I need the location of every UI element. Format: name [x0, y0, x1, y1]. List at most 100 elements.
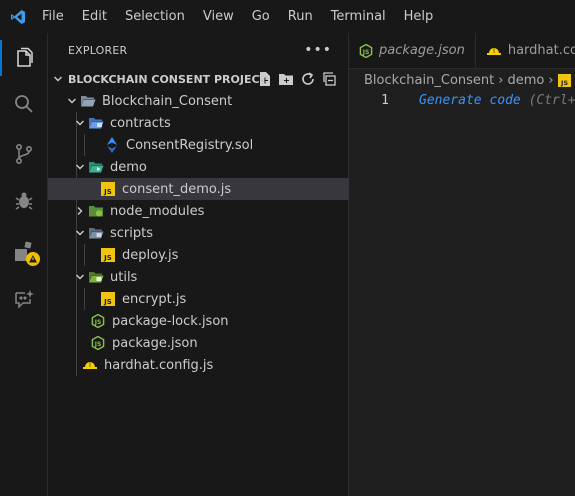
new-folder-icon[interactable]: [278, 71, 294, 87]
tree-item-label: consent_demo.js: [122, 181, 232, 197]
generate-code-hint[interactable]: Generate code (Ctrl+I: [419, 93, 575, 108]
svg-text:JS: JS: [559, 79, 567, 87]
menu-terminal[interactable]: Terminal: [322, 0, 395, 33]
tree-file-hardhat-config-js[interactable]: hardhat.config.js: [48, 354, 382, 376]
tree-item-label: demo: [110, 159, 147, 175]
menu-run[interactable]: Run: [279, 0, 322, 33]
chevron-down-icon: [48, 74, 68, 84]
chevron-down-icon: [72, 156, 88, 178]
svg-text:JS: JS: [103, 254, 112, 262]
contracts-folder-icon: [88, 115, 104, 131]
tree-folder-node-modules[interactable]: node_modules: [48, 200, 372, 222]
tab-package-json[interactable]: JS package.json: [349, 33, 476, 68]
solidity-file-icon: [104, 137, 120, 153]
editor-area: JS package.json hardhat.con Blockchain_C…: [349, 33, 575, 496]
tree-folder-blockchain-consent[interactable]: Blockchain_Consent: [48, 90, 364, 112]
source-control-activity-button[interactable]: [0, 132, 47, 176]
chevron-down-icon: [72, 112, 88, 134]
title-bar: File Edit Selection View Go Run Terminal…: [0, 0, 575, 33]
line-number: 1: [381, 93, 389, 108]
tree-file-consent-demo-js[interactable]: JS consent_demo.js: [48, 178, 400, 200]
chevron-right-icon: ›: [548, 72, 554, 88]
breadcrumb-root[interactable]: Blockchain_Consent: [364, 73, 494, 88]
search-icon: [14, 95, 33, 113]
chevron-down-icon: [72, 266, 88, 288]
svg-text:JS: JS: [103, 188, 112, 196]
tab-label: hardhat.con: [507, 43, 575, 58]
demo-folder-icon: [88, 159, 104, 175]
vscode-logo-icon: [0, 0, 36, 33]
tab-label: package.json: [379, 43, 465, 58]
tree-item-label: utils: [110, 269, 138, 285]
activity-bar: [0, 33, 48, 496]
files-icon: [16, 47, 33, 67]
chevron-right-icon: [72, 200, 88, 222]
editor-tabs: JS package.json hardhat.con: [349, 33, 575, 69]
menu-selection[interactable]: Selection: [116, 0, 194, 33]
warning-badge-icon: [26, 252, 40, 266]
json-file-icon: JS: [90, 313, 106, 329]
code-line[interactable]: 1 Generate code (Ctrl+I: [349, 91, 575, 110]
menu-edit[interactable]: Edit: [73, 0, 116, 33]
breadcrumb-folder[interactable]: demo: [507, 73, 544, 88]
tree-item-label: hardhat.config.js: [104, 357, 214, 373]
breadcrumb: Blockchain_Consent › demo › JS co: [349, 69, 575, 91]
tree-item-label: deploy.js: [122, 247, 179, 263]
run-debug-activity-button[interactable]: [0, 179, 47, 223]
tree-folder-demo[interactable]: demo: [48, 156, 372, 178]
menu-view[interactable]: View: [194, 0, 243, 33]
new-file-icon[interactable]: [258, 71, 272, 87]
javascript-file-icon: JS: [100, 181, 116, 197]
svg-text:JS: JS: [103, 298, 112, 306]
hardhat-icon: [486, 44, 502, 58]
chevron-right-icon: ›: [498, 72, 504, 88]
refresh-icon[interactable]: [300, 71, 316, 87]
javascript-file-icon: JS: [557, 73, 571, 87]
javascript-file-icon: JS: [100, 247, 116, 263]
chevron-down-icon: [64, 90, 80, 112]
explorer-more-actions-button[interactable]: •••: [304, 42, 332, 58]
svg-text:JS: JS: [362, 49, 370, 56]
menu-file[interactable]: File: [36, 0, 73, 33]
hint-action[interactable]: Generate code: [419, 93, 521, 108]
explorer-title: EXPLORER: [68, 44, 128, 57]
svg-text:JS: JS: [94, 319, 102, 326]
tree-item-label: ConsentRegistry.sol: [126, 137, 254, 153]
extensions-activity-button[interactable]: [0, 229, 47, 273]
tree-item-label: contracts: [110, 115, 171, 131]
hardhat-file-icon: [82, 357, 98, 373]
tab-hardhat-config[interactable]: hardhat.con: [476, 33, 575, 68]
tree-item-label: scripts: [110, 225, 153, 241]
utils-folder-icon: [88, 269, 104, 285]
tree-item-label: Blockchain_Consent: [102, 93, 233, 109]
tree-file-package-lock-json[interactable]: JS package-lock.json: [48, 310, 390, 332]
chat-activity-button[interactable]: [0, 277, 47, 321]
tree-item-label: encrypt.js: [122, 291, 187, 307]
json-icon: JS: [359, 43, 373, 58]
collapse-all-icon[interactable]: [322, 71, 338, 87]
search-activity-button[interactable]: [0, 82, 47, 126]
json-file-icon: JS: [90, 335, 106, 351]
javascript-file-icon: JS: [100, 291, 116, 307]
explorer-activity-button[interactable]: [0, 36, 47, 80]
svg-text:JS: JS: [94, 341, 102, 348]
tree-folder-scripts[interactable]: scripts: [48, 222, 372, 244]
project-name: BLOCKCHAIN CONSENT PROJECT: [68, 72, 268, 86]
node-modules-folder-icon: [88, 203, 104, 219]
chevron-down-icon: [72, 222, 88, 244]
tree-item-label: package-lock.json: [112, 313, 229, 329]
folder-open-icon: [80, 93, 96, 109]
tree-file-deploy-js[interactable]: JS deploy.js: [48, 244, 400, 266]
hint-shortcut: (Ctrl+I: [528, 93, 575, 108]
tree-item-label: package.json: [112, 335, 198, 351]
tree-file-encrypt-js[interactable]: JS encrypt.js: [48, 288, 400, 310]
tree-item-label: node_modules: [110, 203, 205, 219]
tree-folder-contracts[interactable]: contracts: [48, 112, 372, 134]
explorer-sidebar: EXPLORER ••• BLOCKCHAIN CONSENT PROJECT: [48, 33, 400, 496]
project-section-header[interactable]: BLOCKCHAIN CONSENT PROJECT: [48, 68, 348, 90]
run-debug-icon: [15, 192, 32, 210]
menu-go[interactable]: Go: [243, 0, 279, 33]
tree-folder-utils[interactable]: utils: [48, 266, 372, 288]
tree-file-package-json[interactable]: JS package.json: [48, 332, 390, 354]
menu-help[interactable]: Help: [395, 0, 443, 33]
